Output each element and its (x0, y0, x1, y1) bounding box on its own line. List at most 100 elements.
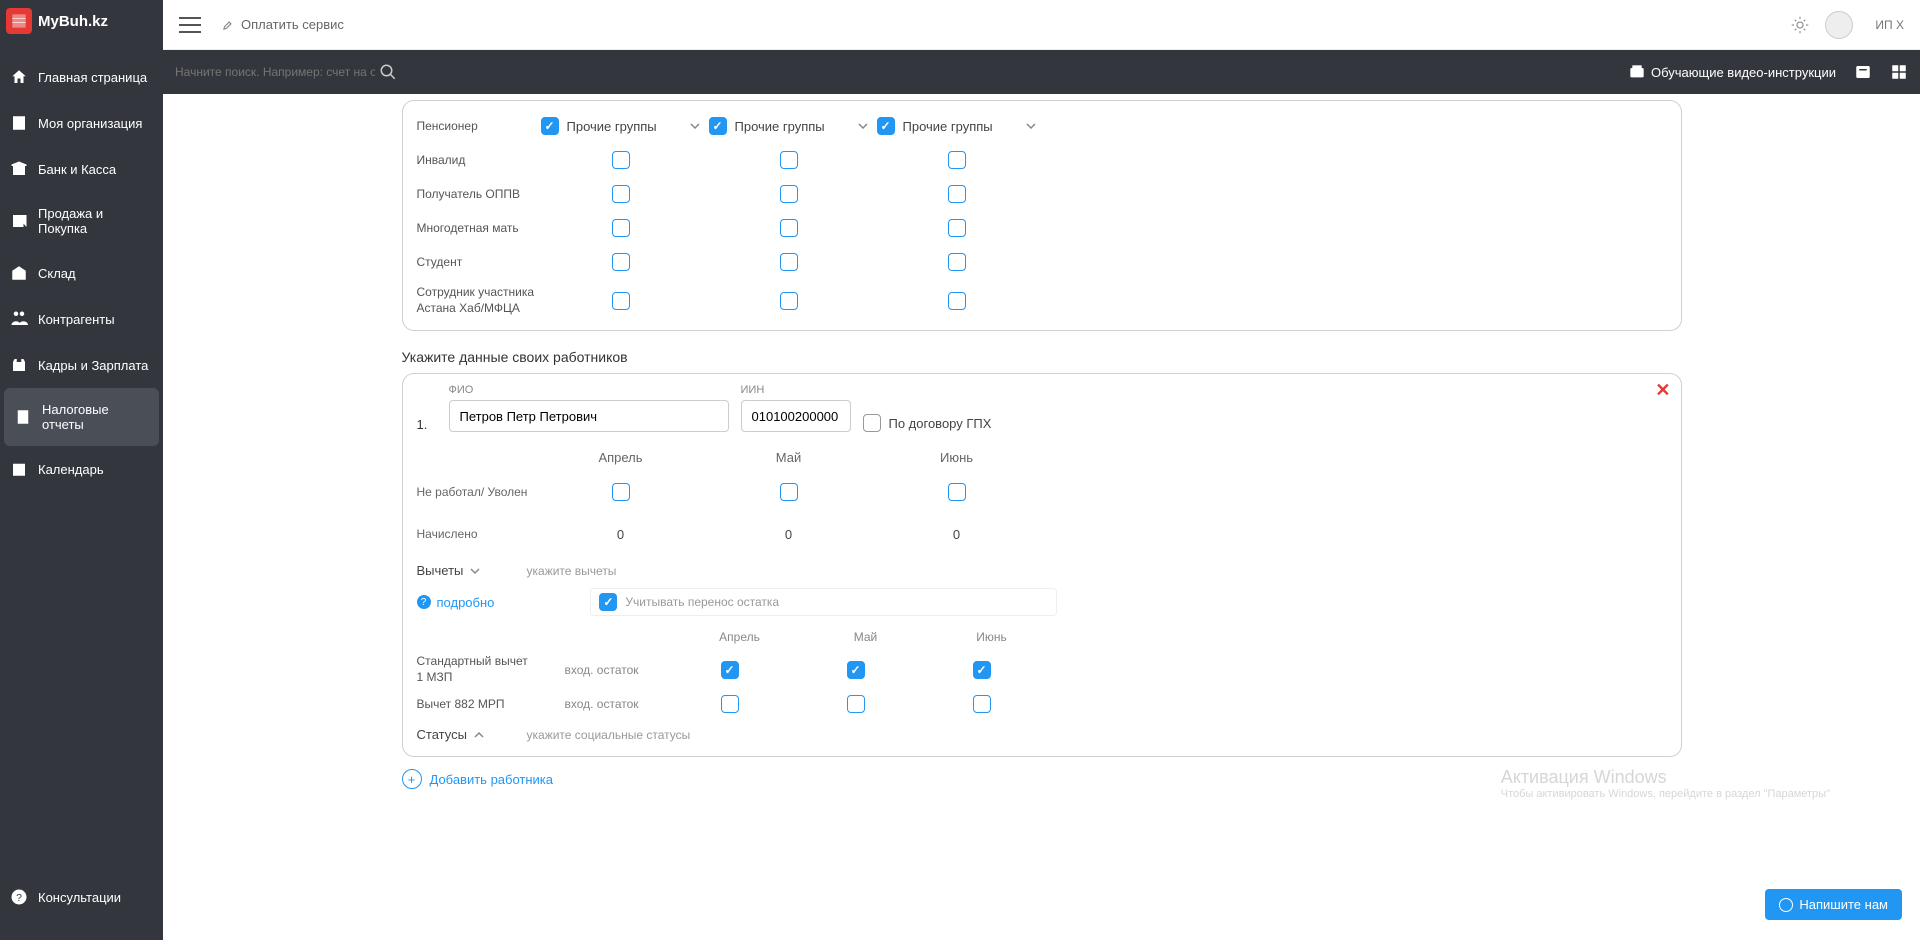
accrued-value[interactable]: 0 (541, 527, 701, 542)
ostat-label[interactable]: вход. остаток (537, 697, 667, 711)
checkbox[interactable] (780, 483, 798, 501)
deduct-label: Вычет 882 МРП (417, 697, 537, 713)
checkbox[interactable] (948, 219, 966, 237)
checkbox[interactable] (948, 151, 966, 169)
deductions-hint: укажите вычеты (527, 564, 617, 578)
dropdown-label: Прочие группы (903, 119, 1025, 134)
sidebar-item-bank[interactable]: Банк и Касса (0, 146, 163, 192)
news-icon[interactable] (1854, 63, 1872, 81)
rocket-icon (221, 18, 235, 32)
sidebar-item-label: Календарь (38, 462, 104, 477)
search-icon[interactable] (379, 63, 397, 81)
deductions-toggle[interactable]: Вычеты (417, 563, 517, 578)
checkbox[interactable] (948, 185, 966, 203)
checkbox[interactable] (612, 253, 630, 271)
row-label: Многодетная мать (417, 221, 537, 235)
checkbox[interactable] (948, 253, 966, 271)
watermark-sub: Чтобы активировать Windows, перейдите в … (1501, 788, 1830, 800)
info-icon: ? (417, 595, 431, 609)
topbar: Оплатить сервис ИП X (163, 0, 1920, 50)
status-dropdown[interactable]: Прочие группы (877, 117, 1037, 135)
video-instructions-link[interactable]: Обучающие видео-инструкции (1629, 64, 1836, 80)
checkbox[interactable] (973, 695, 991, 713)
carry-checkbox[interactable] (599, 593, 617, 611)
sidebar-item-calendar[interactable]: Календарь (0, 446, 163, 492)
checkbox[interactable] (612, 292, 630, 310)
logo-text: MyBuh.kz (38, 13, 108, 30)
history-icon[interactable] (1890, 63, 1908, 81)
checkbox[interactable] (847, 661, 865, 679)
checkbox[interactable] (721, 661, 739, 679)
sidebar-item-counterparties[interactable]: Контрагенты (0, 296, 163, 342)
add-worker-button[interactable]: + Добавить работника (402, 769, 1682, 789)
sidebar-item-home[interactable]: Главная страница (0, 54, 163, 100)
sidebar-item-hr[interactable]: Кадры и Зарплата (0, 342, 163, 388)
user-label: ИП X (1875, 18, 1904, 32)
checkbox[interactable] (973, 661, 991, 679)
checkbox[interactable] (948, 483, 966, 501)
video-label: Обучающие видео-инструкции (1651, 65, 1836, 80)
plus-icon: + (402, 769, 422, 789)
chevron-down-icon (469, 565, 481, 577)
detail-link[interactable]: подробно (437, 595, 495, 610)
checkbox[interactable] (847, 695, 865, 713)
row-label: Студент (417, 255, 537, 269)
chevron-down-icon (689, 120, 701, 132)
ostat-label[interactable]: вход. остаток (537, 663, 667, 677)
checkbox[interactable] (780, 151, 798, 169)
accrued-value[interactable]: 0 (877, 527, 1037, 542)
month-header: Май (705, 450, 873, 465)
row-label: Начислено (417, 527, 537, 541)
sidebar-item-tax[interactable]: Налоговые отчеты (4, 388, 159, 446)
sidebar-item-sales[interactable]: Продажа и Покупка (0, 192, 163, 250)
checkbox[interactable] (612, 185, 630, 203)
search-input[interactable] (175, 65, 375, 79)
row-label: Инвалид (417, 153, 537, 167)
hamburger-icon[interactable] (179, 17, 201, 33)
chevron-up-icon (473, 729, 485, 741)
gph-checkbox[interactable] (863, 414, 881, 432)
checkbox[interactable] (780, 219, 798, 237)
checkbox[interactable] (612, 151, 630, 169)
pay-service-link[interactable]: Оплатить сервис (221, 17, 344, 32)
checkbox[interactable] (877, 117, 895, 135)
checkbox[interactable] (780, 292, 798, 310)
month-header: Июнь (929, 630, 1055, 644)
sidebar-item-org[interactable]: Моя организация (0, 100, 163, 146)
logo-icon (6, 8, 32, 34)
add-worker-label: Добавить работника (430, 772, 554, 787)
sidebar-item-label: Продажа и Покупка (38, 206, 153, 236)
logo[interactable]: MyBuh.kz (0, 0, 163, 42)
status-dropdown[interactable]: Прочие группы (709, 117, 869, 135)
worker-number: 1. (417, 417, 437, 432)
fio-label: ФИО (449, 384, 729, 396)
avatar[interactable] (1825, 11, 1853, 39)
statuses-toggle[interactable]: Статусы (417, 727, 517, 742)
close-icon[interactable]: ✕ (1655, 380, 1670, 401)
gear-icon[interactable] (1791, 16, 1809, 34)
carry-checkbox-row: Учитывать перенос остатка (590, 588, 1056, 616)
checkbox[interactable] (780, 185, 798, 203)
checkbox[interactable] (612, 219, 630, 237)
checkbox[interactable] (612, 483, 630, 501)
accrued-value[interactable]: 0 (709, 527, 869, 542)
iin-input[interactable] (741, 400, 851, 432)
checkbox[interactable] (541, 117, 559, 135)
sidebar-item-warehouse[interactable]: Склад (0, 250, 163, 296)
sidebar-item-label: Банк и Касса (38, 162, 116, 177)
checkbox[interactable] (721, 695, 739, 713)
windows-watermark: Активация Windows Чтобы активировать Win… (1501, 767, 1830, 800)
checkbox[interactable] (709, 117, 727, 135)
pay-service-label: Оплатить сервис (241, 17, 344, 32)
row-label: Пенсионер (417, 119, 537, 133)
checkbox[interactable] (948, 292, 966, 310)
sidebar-item-consult[interactable]: ?Консультации (0, 874, 163, 920)
sidebar-item-label: Главная страница (38, 70, 147, 85)
status-dropdown[interactable]: Прочие группы (541, 117, 701, 135)
deduct-label: Стандартный вычет 1 МЗП (417, 654, 537, 685)
checkbox[interactable] (780, 253, 798, 271)
fio-input[interactable] (449, 400, 729, 432)
chat-button[interactable]: Напишите нам (1765, 889, 1902, 920)
month-header: Июнь (873, 450, 1041, 465)
video-icon (1629, 64, 1645, 80)
